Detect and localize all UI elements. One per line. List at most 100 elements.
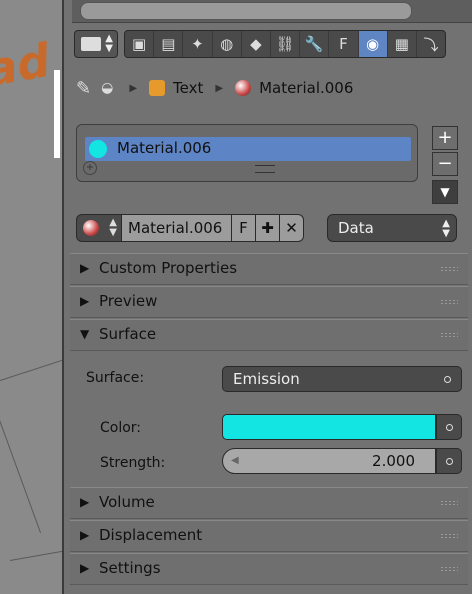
constraints-icon: ⛓	[275, 35, 295, 53]
fake-user-button[interactable]: F	[232, 214, 256, 242]
drag-grip-icon[interactable]	[440, 266, 458, 272]
section-title: Surface	[99, 325, 157, 343]
scene-icon: ◒	[101, 80, 114, 96]
tab-constraints-icon[interactable]: ⛓	[271, 31, 301, 57]
material-icon	[83, 220, 99, 236]
tab-scene-icon[interactable]: ✦	[183, 31, 213, 57]
tab-world-icon[interactable]: ◍	[213, 31, 242, 57]
material-swatch-icon	[89, 140, 107, 158]
new-material-button[interactable]: ✚	[256, 214, 280, 242]
tab-render-icon[interactable]: ▣	[125, 31, 155, 57]
object-icon: ◆	[250, 35, 262, 53]
add-slot-button[interactable]: +	[432, 126, 458, 150]
material-slot-row[interactable]: Material.006	[85, 137, 411, 161]
list-resize-grip[interactable]	[255, 165, 275, 173]
surface-label: Surface:	[86, 370, 145, 386]
properties-editor-icon	[81, 37, 101, 51]
section-settings[interactable]: ▶ Settings	[70, 553, 468, 585]
link-mode-value: Data	[338, 219, 374, 237]
3d-viewport[interactable]: ad	[0, 0, 62, 594]
viewport-text-object: ad	[0, 32, 55, 98]
color-label: Color:	[100, 420, 142, 436]
context-tabs: ▣ ▤ ✦ ◍ ◆ ⛓ 🔧 F ◉ ▦ ⤵	[124, 30, 446, 58]
breadcrumb: ✎ ◒ ▶ Text ▶ Material.006	[76, 74, 353, 102]
breadcrumb-material: Material.006	[259, 79, 354, 97]
slot-specials-button[interactable]: ▼	[432, 180, 458, 204]
chevron-right-icon: ▶	[129, 82, 138, 94]
surface-shader-dropdown[interactable]: Emission	[222, 366, 462, 392]
unlink-material-button[interactable]: ✕	[280, 214, 304, 242]
section-title: Settings	[99, 559, 161, 577]
tab-texture-icon[interactable]: ▦	[388, 31, 417, 57]
section-title: Volume	[99, 493, 155, 511]
section-title: Preview	[99, 292, 158, 310]
viewport-selection-bracket-left	[54, 70, 60, 158]
material-icon	[235, 80, 252, 96]
drag-grip-icon[interactable]	[440, 566, 458, 572]
tab-physics-icon[interactable]: ⤵	[417, 31, 445, 57]
section-preview[interactable]: ▶ Preview	[70, 286, 468, 318]
node-link-icon	[444, 376, 451, 383]
tab-modifiers-icon[interactable]: 🔧	[300, 31, 330, 57]
section-custom-properties[interactable]: ▶ Custom Properties	[70, 253, 468, 285]
material-name-field[interactable]: Material.006	[122, 214, 232, 242]
expanded-triangle-icon: ▼	[80, 327, 90, 341]
header-scrollbar[interactable]	[80, 2, 412, 20]
strength-field[interactable]: ◀ 2.000	[222, 448, 436, 474]
tab-render-layers-icon[interactable]: ▤	[154, 31, 184, 57]
viewport-line	[0, 420, 42, 534]
collapsed-triangle-icon: ▶	[80, 561, 90, 575]
updown-icon: ▲ ▼	[105, 33, 113, 54]
render-icon: ▣	[132, 35, 147, 53]
viewport-line	[0, 355, 62, 381]
physics-icon: ⤵	[423, 35, 439, 54]
section-title: Custom Properties	[99, 259, 238, 277]
tab-object-icon[interactable]: ◆	[242, 31, 271, 57]
updown-icon: ▲ ▼	[442, 218, 450, 239]
drag-grip-icon[interactable]	[440, 332, 458, 338]
drag-grip-icon[interactable]	[440, 299, 458, 305]
strength-node-link-button[interactable]	[436, 448, 462, 474]
collapsed-triangle-icon: ▶	[80, 495, 90, 509]
strength-label: Strength:	[100, 455, 166, 471]
material-icon: ◉	[366, 35, 380, 53]
object-cube-icon	[149, 80, 166, 96]
updown-icon: ▲ ▼	[109, 217, 117, 238]
link-mode-select[interactable]: Data ▲ ▼	[327, 214, 457, 242]
world-icon: ◍	[220, 35, 234, 53]
decrement-arrow-icon[interactable]: ◀	[231, 449, 239, 473]
browse-material-button[interactable]: ▲ ▼	[76, 214, 122, 242]
drag-grip-icon[interactable]	[440, 533, 458, 539]
scene-icon: ✦	[191, 35, 204, 53]
strength-value: 2.000	[372, 452, 415, 470]
breadcrumb-object: Text	[173, 79, 204, 97]
surface-shader-value: Emission	[233, 370, 300, 388]
surface-panel-body: Surface: Emission Color: Strength: ◀ 2.0…	[70, 352, 468, 486]
section-title: Displacement	[99, 526, 203, 544]
viewport-line	[10, 549, 62, 561]
editor-type-button[interactable]: ▲ ▼	[74, 30, 118, 58]
material-slot-label: Material.006	[117, 139, 212, 157]
pin-icon[interactable]: ✎	[76, 78, 91, 99]
collapsed-triangle-icon: ▶	[80, 261, 90, 275]
render-layers-icon: ▤	[161, 35, 176, 53]
chevron-right-icon: ▶	[215, 82, 224, 94]
properties-editor: ▲ ▼ ▣ ▤ ✦ ◍ ◆ ⛓ 🔧 F ◉ ▦ ⤵ ✎ ◒ ▶ Text ▶ Material.006…	[62, 0, 472, 594]
header-scrollbar-area	[72, 0, 472, 23]
section-displacement[interactable]: ▶ Displacement	[70, 520, 468, 552]
remove-slot-button[interactable]: −	[432, 152, 458, 176]
tab-data-font-icon[interactable]: F	[329, 31, 359, 57]
texture-icon: ▦	[394, 35, 409, 53]
color-node-link-button[interactable]	[436, 414, 462, 440]
list-filter-icon[interactable]: +	[83, 161, 97, 175]
tab-material-icon[interactable]: ◉	[358, 31, 388, 57]
section-surface[interactable]: ▼ Surface	[70, 319, 468, 351]
material-datablock: ▲ ▼ Material.006 F ✚ ✕	[76, 214, 304, 242]
material-slots-list: Material.006 +	[76, 124, 418, 182]
data-font-icon: F	[339, 35, 348, 53]
section-volume[interactable]: ▶ Volume	[70, 487, 468, 519]
collapsed-triangle-icon: ▶	[80, 294, 90, 308]
modifiers-icon: 🔧	[304, 35, 324, 53]
drag-grip-icon[interactable]	[440, 500, 458, 506]
emission-color-field[interactable]	[222, 414, 436, 440]
